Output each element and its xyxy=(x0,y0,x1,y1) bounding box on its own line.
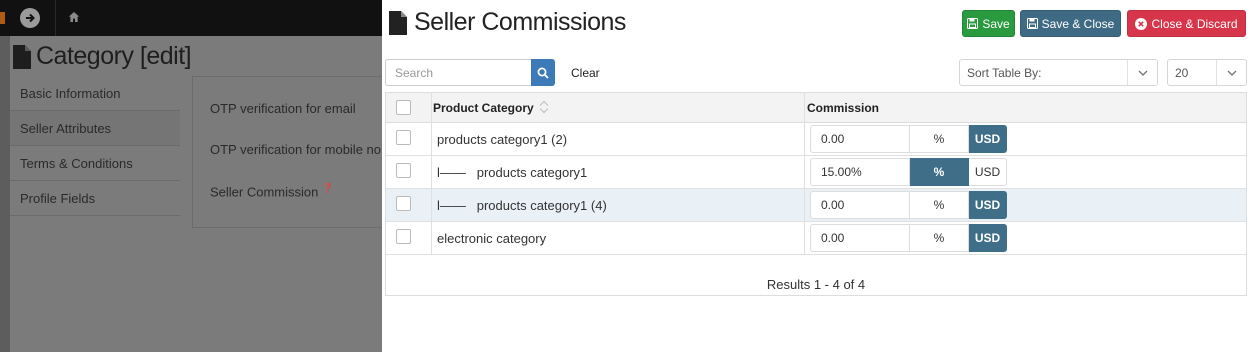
nav-item-basic-information[interactable]: Basic Information xyxy=(10,76,180,111)
sidebar-toggle-marker xyxy=(0,12,5,24)
background-title-text: Category [edit] xyxy=(36,42,192,70)
home-icon[interactable] xyxy=(68,11,82,25)
category-name: l—— products category1 xyxy=(437,165,588,180)
otp-email-label: OTP verification for email xyxy=(210,101,356,116)
sort-table-select[interactable]: Sort Table By: xyxy=(959,59,1158,86)
page-size-value: 20 xyxy=(1175,65,1189,80)
save-label: Save xyxy=(982,16,1010,31)
commission-value-input[interactable]: 0.00 xyxy=(810,224,910,252)
row-checkbox[interactable] xyxy=(396,163,411,178)
seller-commission-label: Seller Commission xyxy=(210,184,319,200)
top-navbar xyxy=(0,0,382,36)
category-name: l—— products category1 (4) xyxy=(437,198,607,213)
save-and-close-button[interactable]: Save & Close xyxy=(1020,10,1121,37)
category-name: products category1 (2) xyxy=(437,132,568,147)
table-row: electronic category 0.00 % USD xyxy=(386,222,1246,255)
usd-toggle[interactable]: USD xyxy=(969,125,1007,153)
nav-item-seller-attributes[interactable]: Seller Attributes xyxy=(10,111,180,146)
header-product-category[interactable]: Product Category xyxy=(433,101,534,115)
background-page: Category [edit] Basic Information Seller… xyxy=(0,0,382,352)
usd-toggle[interactable]: USD xyxy=(969,224,1007,252)
commission-group: 0.00 % USD xyxy=(810,224,1007,252)
commission-group: 0.00 % USD xyxy=(810,191,1007,219)
chevron-down-icon xyxy=(1127,60,1157,85)
file-icon xyxy=(13,44,31,69)
commission-value-input[interactable]: 15.00% xyxy=(810,158,910,186)
usd-toggle[interactable]: USD xyxy=(969,191,1007,219)
save-and-close-label: Save & Close xyxy=(1041,16,1115,31)
table-row: l—— products category1 (4) 0.00 % USD xyxy=(386,189,1246,222)
forward-arrow-icon[interactable] xyxy=(20,8,40,28)
percent-toggle[interactable]: % xyxy=(910,158,969,186)
usd-toggle[interactable]: USD xyxy=(969,158,1007,186)
percent-toggle[interactable]: % xyxy=(910,191,969,219)
column-divider xyxy=(431,93,432,255)
nav-item-terms-conditions[interactable]: Terms & Conditions xyxy=(10,146,180,181)
background-form-panel: OTP verification for email OTP verificat… xyxy=(192,76,382,228)
search-input[interactable] xyxy=(385,59,531,86)
table-row: products category1 (2) 0.00 % USD xyxy=(386,123,1246,156)
percent-toggle[interactable]: % xyxy=(910,125,969,153)
help-icon[interactable]: ❓ xyxy=(322,183,333,193)
close-and-discard-label: Close & Discard xyxy=(1151,16,1238,31)
file-icon xyxy=(389,10,407,35)
sort-icon[interactable] xyxy=(539,100,549,117)
modal-title: Seller Commissions xyxy=(414,8,626,36)
sort-select-label: Sort Table By: xyxy=(967,65,1042,80)
category-name: electronic category xyxy=(437,231,547,246)
close-and-discard-button[interactable]: Close & Discard xyxy=(1127,10,1246,37)
floppy-disk-icon xyxy=(967,18,979,29)
navbar-divider xyxy=(55,0,56,36)
background-tab-nav: Basic Information Seller Attributes Term… xyxy=(10,76,180,216)
row-checkbox[interactable] xyxy=(396,130,411,145)
select-all-checkbox[interactable] xyxy=(396,100,411,115)
commission-value-input[interactable]: 0.00 xyxy=(810,125,910,153)
clear-search-link[interactable]: Clear xyxy=(571,66,600,80)
header-commission: Commission xyxy=(807,101,880,115)
search-button[interactable] xyxy=(531,59,555,86)
commissions-table: Product Category Commission products cat… xyxy=(385,92,1247,296)
nav-item-profile-fields[interactable]: Profile Fields xyxy=(10,181,180,216)
background-page-title: Category [edit] xyxy=(12,42,192,71)
otp-mobile-label: OTP verification for mobile no. xyxy=(210,142,382,157)
column-divider xyxy=(804,93,805,255)
commission-group: 0.00 % USD xyxy=(810,125,1007,153)
page-size-select[interactable]: 20 xyxy=(1167,59,1247,86)
seller-commissions-modal: Seller Commissions Save Save & Close Clo… xyxy=(382,0,1249,352)
commission-value-input[interactable]: 0.00 xyxy=(810,191,910,219)
row-checkbox[interactable] xyxy=(396,196,411,211)
table-row: l—— products category1 15.00% % USD xyxy=(386,156,1246,189)
floppy-disk-icon xyxy=(1026,18,1038,29)
row-checkbox[interactable] xyxy=(396,229,411,244)
left-sidebar-strip xyxy=(0,36,10,352)
seller-commission-field: Seller Commission ❓ xyxy=(210,183,333,199)
commission-group: 15.00% % USD xyxy=(810,158,1007,186)
chevron-down-icon xyxy=(1216,60,1246,85)
table-header-row: Product Category Commission xyxy=(386,93,1246,123)
results-summary: Results 1 - 4 of 4 xyxy=(766,277,866,292)
search-icon xyxy=(537,67,549,79)
close-circle-icon xyxy=(1135,17,1148,30)
save-button[interactable]: Save xyxy=(962,10,1015,37)
percent-toggle[interactable]: % xyxy=(910,224,969,252)
modal-header: Seller Commissions xyxy=(388,8,626,37)
